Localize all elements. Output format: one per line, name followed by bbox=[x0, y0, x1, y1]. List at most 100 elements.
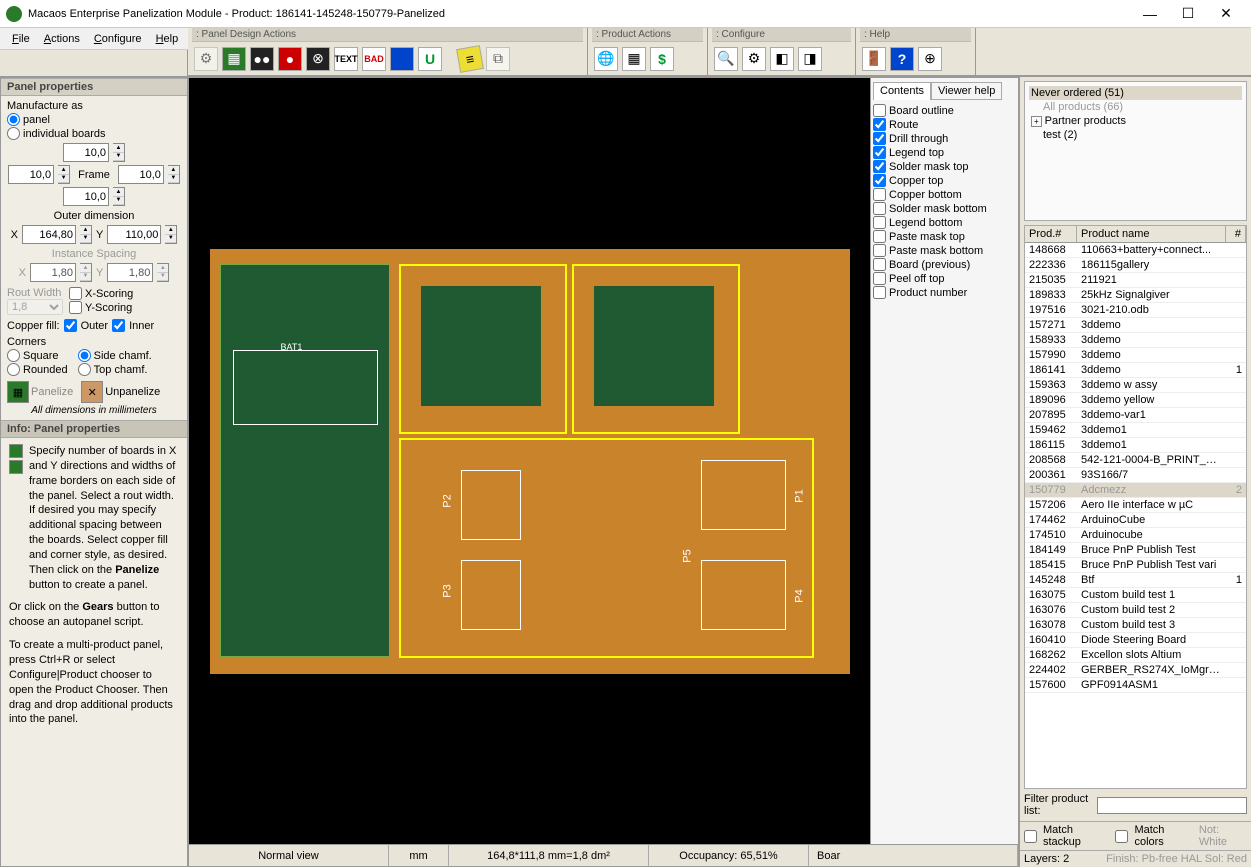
updates-icon[interactable]: ⊕ bbox=[918, 47, 942, 71]
table-row[interactable]: 185415Bruce PnP Publish Test vari bbox=[1025, 558, 1246, 573]
board-c[interactable]: P2 P3 P5 P1 P4 bbox=[399, 438, 814, 658]
spin-top[interactable]: ▲▼ bbox=[113, 143, 125, 162]
board-b2[interactable] bbox=[572, 264, 740, 434]
maximize-button[interactable]: ☐ bbox=[1169, 1, 1207, 27]
search-icon[interactable]: 🔍 bbox=[714, 47, 738, 71]
menu-actions[interactable]: Actions bbox=[38, 31, 86, 47]
radio-topchamf[interactable] bbox=[78, 363, 91, 376]
layer-checkbox[interactable] bbox=[873, 258, 886, 271]
blue-rect-icon[interactable] bbox=[390, 47, 414, 71]
chk-xscoring[interactable] bbox=[69, 287, 82, 300]
globe-icon[interactable]: 🌐 bbox=[594, 47, 618, 71]
layer-checkbox[interactable] bbox=[873, 216, 886, 229]
spin-outer-x[interactable]: ▲▼ bbox=[80, 225, 92, 244]
panel-grid-icon[interactable]: ▦ bbox=[222, 47, 246, 71]
spin-outer-y[interactable]: ▲▼ bbox=[165, 225, 177, 244]
minimize-button[interactable]: — bbox=[1131, 1, 1169, 27]
layer-item[interactable]: Solder mask top bbox=[873, 160, 1016, 173]
panelize-icon[interactable]: ▦ bbox=[7, 381, 29, 403]
layer-checkbox[interactable] bbox=[873, 244, 886, 257]
table-row[interactable]: 1593633ddemo w assy bbox=[1025, 378, 1246, 393]
bad-board-icon[interactable]: BAD bbox=[362, 47, 386, 71]
table-row[interactable]: 160410Diode Steering Board bbox=[1025, 633, 1246, 648]
radio-rounded[interactable] bbox=[7, 363, 20, 376]
tree-partner[interactable]: +Partner products bbox=[1029, 114, 1242, 128]
menu-configure[interactable]: Configure bbox=[88, 31, 148, 47]
filter-input[interactable] bbox=[1097, 797, 1247, 814]
table-row[interactable]: 163078Custom build test 3 bbox=[1025, 618, 1246, 633]
layout1-icon[interactable]: ◧ bbox=[770, 47, 794, 71]
table-row[interactable]: 145248Btf1 bbox=[1025, 573, 1246, 588]
table-row[interactable]: 1572713ddemo bbox=[1025, 318, 1246, 333]
fiducial-icon[interactable]: ●● bbox=[250, 47, 274, 71]
radio-panel[interactable] bbox=[7, 113, 20, 126]
table-row[interactable]: 1594623ddemo1 bbox=[1025, 423, 1246, 438]
layout2-icon[interactable]: ◨ bbox=[798, 47, 822, 71]
red-circle-icon[interactable]: ● bbox=[278, 47, 302, 71]
table-row[interactable]: 18983325kHz Signalgiver bbox=[1025, 288, 1246, 303]
layer-checkbox[interactable] bbox=[873, 188, 886, 201]
product-table[interactable]: Prod.# Product name # 148668110663+batte… bbox=[1024, 225, 1247, 789]
table-row[interactable]: 157600GPF0914ASM1 bbox=[1025, 678, 1246, 693]
table-row[interactable]: 1861413ddemo1 bbox=[1025, 363, 1246, 378]
undo-icon[interactable]: U bbox=[418, 47, 442, 71]
table-row[interactable]: 163075Custom build test 1 bbox=[1025, 588, 1246, 603]
chk-inner[interactable] bbox=[112, 319, 125, 332]
layer-item[interactable]: Solder mask bottom bbox=[873, 202, 1016, 215]
menu-help[interactable]: Help bbox=[150, 31, 185, 47]
layer-checkbox[interactable] bbox=[873, 118, 886, 131]
layer-checkbox[interactable] bbox=[873, 272, 886, 285]
layer-checkbox[interactable] bbox=[873, 132, 886, 145]
chk-match-stackup[interactable] bbox=[1024, 830, 1037, 843]
price-icon[interactable]: $ bbox=[650, 47, 674, 71]
radio-sidechamf[interactable] bbox=[78, 349, 91, 362]
table-row[interactable]: 1975163021-210.odb bbox=[1025, 303, 1246, 318]
frame-right[interactable] bbox=[119, 169, 163, 181]
layer-checkbox[interactable] bbox=[873, 174, 886, 187]
chk-outer[interactable] bbox=[64, 319, 77, 332]
close-button[interactable]: ✕ bbox=[1207, 1, 1245, 27]
layer-checkbox[interactable] bbox=[873, 230, 886, 243]
radio-individual[interactable] bbox=[7, 127, 20, 140]
tree-never-ordered[interactable]: Never ordered (51) bbox=[1029, 86, 1242, 100]
frame-bottom[interactable] bbox=[64, 191, 108, 203]
col-prodid[interactable]: Prod.# bbox=[1025, 226, 1077, 242]
chk-match-colors[interactable] bbox=[1115, 830, 1128, 843]
layer-item[interactable]: Legend bottom bbox=[873, 216, 1016, 229]
screenshot-icon[interactable]: ⧉ bbox=[486, 47, 510, 71]
table-row[interactable]: 1579903ddemo bbox=[1025, 348, 1246, 363]
layer-item[interactable]: Paste mask bottom bbox=[873, 244, 1016, 257]
help-icon[interactable]: ? bbox=[890, 47, 914, 71]
table-row[interactable]: 1890963ddemo yellow bbox=[1025, 393, 1246, 408]
notes-icon[interactable]: ≡ bbox=[456, 45, 484, 73]
col-prodname[interactable]: Product name bbox=[1077, 226, 1226, 242]
table-row[interactable]: 20036193S166/7 bbox=[1025, 468, 1246, 483]
outer-x[interactable] bbox=[23, 229, 75, 241]
table-row[interactable]: 174462ArduinoCube bbox=[1025, 513, 1246, 528]
unpanelize-label[interactable]: Unpanelize bbox=[105, 386, 160, 398]
tab-contents[interactable]: Contents bbox=[873, 82, 931, 100]
table-row[interactable]: 1589333ddemo bbox=[1025, 333, 1246, 348]
layer-checkbox[interactable] bbox=[873, 160, 886, 173]
settings-gear-icon[interactable]: ⚙ bbox=[742, 47, 766, 71]
frame-top[interactable] bbox=[64, 147, 108, 159]
layer-item[interactable]: Product number bbox=[873, 286, 1016, 299]
table-row[interactable]: 148668110663+battery+connect... bbox=[1025, 243, 1246, 258]
layer-item[interactable]: Drill through bbox=[873, 132, 1016, 145]
table-row[interactable]: 215035211921 bbox=[1025, 273, 1246, 288]
tree-test[interactable]: test (2) bbox=[1029, 128, 1242, 142]
target-icon[interactable]: ⊗ bbox=[306, 47, 330, 71]
table-row[interactable]: 184149Bruce PnP Publish Test bbox=[1025, 543, 1246, 558]
pcb-viewer[interactable]: BAT1 P2 P3 P5 bbox=[189, 78, 870, 844]
layer-item[interactable]: Paste mask top bbox=[873, 230, 1016, 243]
gears-icon[interactable]: ⚙ bbox=[194, 47, 218, 71]
exit-icon[interactable]: 🚪 bbox=[862, 47, 886, 71]
menu-file[interactable]: File bbox=[6, 31, 36, 47]
panelize-label[interactable]: Panelize bbox=[31, 386, 73, 398]
col-count[interactable]: # bbox=[1226, 226, 1246, 242]
text-icon[interactable]: TEXT bbox=[334, 47, 358, 71]
tab-viewer-help[interactable]: Viewer help bbox=[931, 82, 1002, 100]
layer-item[interactable]: Route bbox=[873, 118, 1016, 131]
layer-checkbox[interactable] bbox=[873, 286, 886, 299]
layer-item[interactable]: Peel off top bbox=[873, 272, 1016, 285]
